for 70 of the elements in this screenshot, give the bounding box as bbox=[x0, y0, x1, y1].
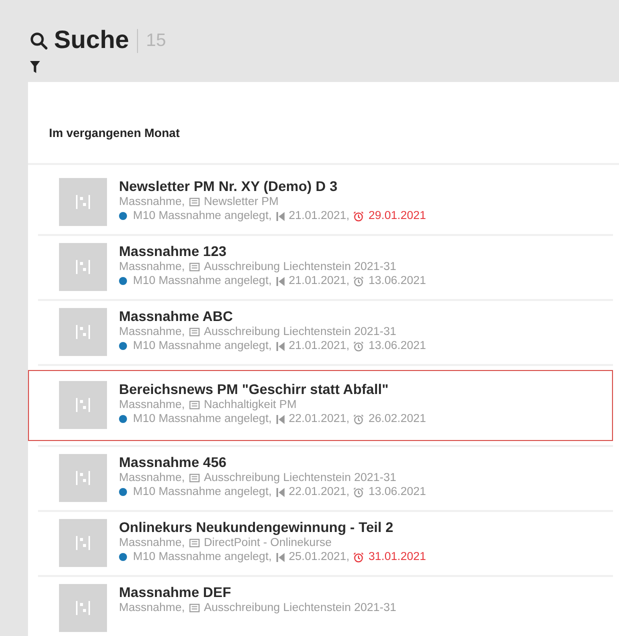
item-status: M10 Massnahme angelegt, bbox=[133, 339, 272, 353]
item-channel: Nachhaltigkeit PM bbox=[204, 398, 297, 412]
item-channel: DirectPoint - Onlinekurse bbox=[204, 536, 332, 550]
item-title: Massnahme 456 bbox=[119, 454, 228, 471]
start-date: 25.01.2021, bbox=[288, 550, 350, 564]
item-status: M10 Massnahme angelegt, bbox=[133, 412, 272, 426]
item-title: Newsletter PM Nr. XY (Demo) D 3 bbox=[119, 178, 338, 195]
item-channel: Ausschreibung Liechtenstein 2021-31 bbox=[204, 471, 396, 485]
item-status: M10 Massnahme angelegt, bbox=[133, 209, 272, 223]
placeholder-thumbnail bbox=[59, 243, 107, 291]
start-date: 21.01.2021, bbox=[288, 209, 350, 223]
search-icon[interactable] bbox=[30, 32, 48, 50]
item-status: M10 Massnahme angelegt, bbox=[133, 274, 272, 288]
item-status: M10 Massnahme angelegt, bbox=[133, 485, 272, 499]
due-date: 26.02.2021 bbox=[368, 412, 426, 426]
page-title: Suche bbox=[54, 26, 130, 55]
start-icon bbox=[276, 276, 285, 286]
placeholder-thumbnail bbox=[59, 454, 107, 502]
item-type: Massnahme, bbox=[119, 398, 185, 412]
due-date: 31.01.2021 bbox=[368, 550, 426, 564]
item-channel: Ausschreibung Liechtenstein 2021-31 bbox=[204, 260, 396, 274]
item-title: Massnahme ABC bbox=[119, 308, 234, 325]
item-channel: Ausschreibung Liechtenstein 2021-31 bbox=[204, 601, 396, 615]
comment-icon bbox=[188, 196, 200, 208]
start-icon bbox=[276, 486, 285, 498]
start-date: 21.01.2021, bbox=[288, 339, 350, 353]
start-icon bbox=[276, 414, 285, 424]
filter-icon[interactable] bbox=[30, 61, 40, 73]
comment-icon bbox=[188, 326, 200, 338]
start-date: 22.01.2021, bbox=[288, 412, 350, 426]
item-channel: Ausschreibung Liechtenstein 2021-31 bbox=[204, 325, 396, 339]
item-type: Massnahme, bbox=[119, 325, 185, 339]
item-channel: Newsletter PM bbox=[204, 195, 279, 209]
due-date: 13.06.2021 bbox=[368, 274, 426, 288]
item-title: Onlinekurs Neukundengewinnung - Teil 2 bbox=[119, 519, 394, 536]
result-item[interactable]: Massnahme ABC Massnahme, Ausschreibung Liechtenstein 2021-31 M10 Massnahme angelegt, 21.01.2021, 13.06.2021 bbox=[38, 301, 613, 364]
section-heading: Im vergangenen Monat bbox=[49, 126, 180, 140]
due-date: 13.06.2021 bbox=[368, 339, 426, 353]
result-item[interactable]: Massnahme 456 Massnahme, Ausschreibung Liechtenstein 2021-31 M10 Massnahme angelegt, 22.01.2021, 13.06.2021 bbox=[38, 447, 613, 510]
item-type: Massnahme, bbox=[119, 471, 185, 485]
start-icon bbox=[276, 340, 285, 352]
start-icon bbox=[276, 552, 285, 562]
item-title: Massnahme DEF bbox=[119, 584, 232, 601]
start-date: 22.01.2021, bbox=[288, 485, 350, 499]
comment-icon bbox=[188, 262, 200, 272]
comment-icon bbox=[188, 538, 200, 548]
comment-icon bbox=[188, 400, 200, 410]
placeholder-thumbnail bbox=[59, 178, 107, 226]
result-item[interactable]: Massnahme DEF Massnahme, Ausschreibung Liechtenstein 2021-31 bbox=[38, 577, 613, 636]
result-item[interactable]: Bereichsnews PM "Geschirr statt Abfall" Massnahme, Nachhaltigkeit PM M10 Massnahme angelegt, 22.01.2021, 26.02.2021 bbox=[28, 370, 613, 441]
comment-icon bbox=[188, 472, 200, 484]
item-title: Bereichsnews PM "Geschirr statt Abfall" bbox=[119, 381, 390, 398]
item-status: M10 Massnahme angelegt, bbox=[133, 550, 272, 564]
result-item[interactable]: Newsletter PM Nr. XY (Demo) D 3 Massnahme, Newsletter PM M10 Massnahme angelegt, 21.01.2021, 29.01.2021 bbox=[38, 171, 613, 234]
placeholder-thumbnail bbox=[59, 519, 107, 567]
due-date: 29.01.2021 bbox=[368, 209, 426, 223]
item-title: Massnahme 123 bbox=[119, 243, 228, 260]
item-type: Massnahme, bbox=[119, 601, 185, 615]
start-date: 21.01.2021, bbox=[288, 274, 350, 288]
comment-icon bbox=[188, 602, 200, 614]
result-item[interactable]: Onlinekurs Neukundengewinnung - Teil 2 Massnahme, DirectPoint - Onlinekurse M10 Massnahme angelegt, 25.01.2021, 31.01.2021 bbox=[38, 512, 613, 575]
item-type: Massnahme, bbox=[119, 260, 185, 274]
placeholder-thumbnail bbox=[59, 308, 107, 356]
due-date: 13.06.2021 bbox=[368, 485, 426, 499]
start-icon bbox=[276, 210, 285, 222]
item-type: Massnahme, bbox=[119, 536, 185, 550]
item-type: Massnahme, bbox=[119, 195, 185, 209]
placeholder-thumbnail bbox=[59, 584, 107, 632]
result-item[interactable]: Massnahme 123 Massnahme, Ausschreibung Liechtenstein 2021-31 M10 Massnahme angelegt, 21.01.2021, 13.06.2021 bbox=[38, 236, 613, 299]
placeholder-thumbnail bbox=[59, 381, 107, 429]
